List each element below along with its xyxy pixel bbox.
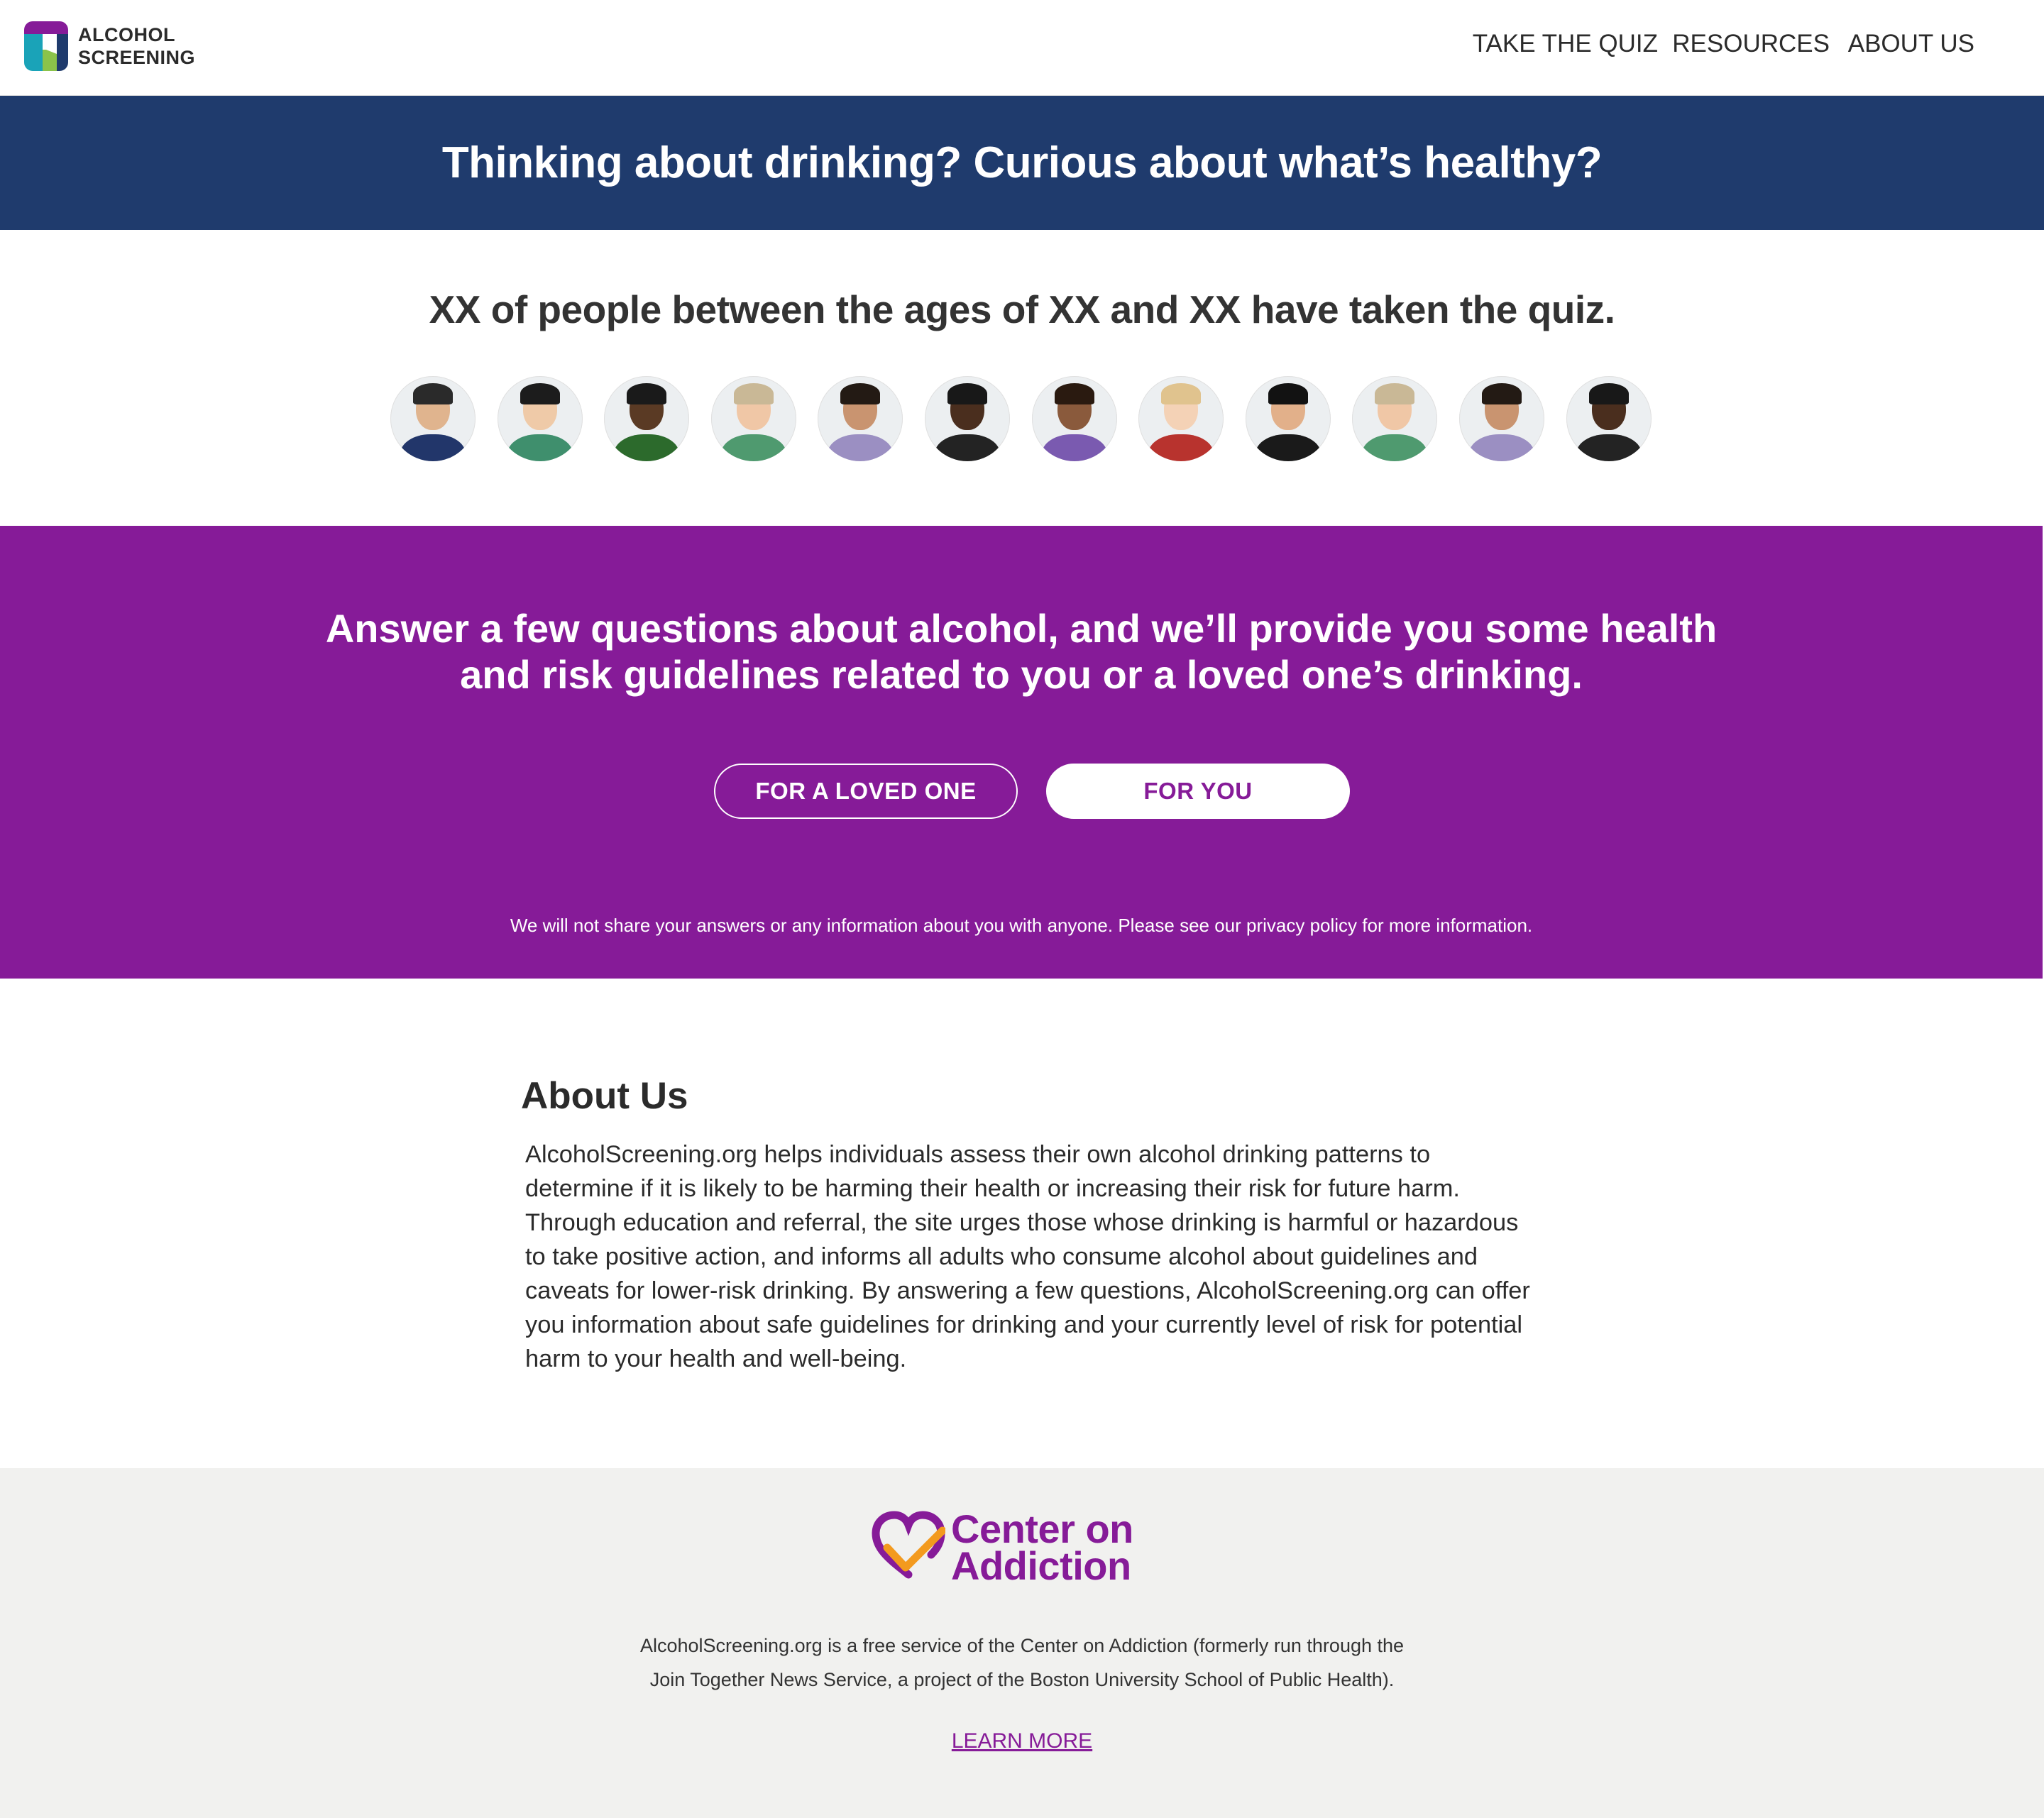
- nav-take-the-quiz[interactable]: TAKE THE QUIZ: [1473, 30, 1658, 58]
- footer-description-line1: AlcoholScreening.org is a free service o…: [639, 1635, 1405, 1656]
- footer-description-line2: Join Together News Service, a project of…: [649, 1669, 1395, 1690]
- alcohol-screening-logo-icon: [24, 21, 68, 71]
- quiz-intro-line1: Answer a few questions about alcohol, an…: [325, 606, 1718, 651]
- avatar: [604, 376, 690, 461]
- avatar: [1031, 376, 1117, 461]
- logo-text-line1: ALCOHOL: [78, 24, 175, 45]
- avatar: [924, 376, 1010, 461]
- stats-section: XX of people between the ages of XX and …: [0, 230, 2044, 527]
- about-body: AlcoholScreening.org helps individuals a…: [525, 1141, 1530, 1372]
- avatar: [1138, 376, 1224, 461]
- coa-line1: Center on: [951, 1506, 1133, 1551]
- avatar: [1566, 376, 1652, 461]
- avatar: [1352, 376, 1438, 461]
- avatar: [390, 376, 476, 461]
- quiz-intro: Answer a few questions about alcohol, an…: [0, 605, 2043, 698]
- learn-more-link[interactable]: LEARN MORE: [952, 1729, 1092, 1753]
- hero-banner: Thinking about drinking? Curious about w…: [0, 96, 2044, 230]
- footer-description: AlcoholScreening.org is a free service o…: [0, 1629, 2044, 1697]
- for-a-loved-one-button[interactable]: FOR A LOVED ONE: [714, 764, 1018, 819]
- avatar: [818, 376, 903, 461]
- coa-line2: Addiction: [951, 1543, 1131, 1588]
- about-title: About Us: [521, 1075, 688, 1117]
- banner-title: Thinking about drinking? Curious about w…: [441, 138, 1603, 187]
- stats-title: XX of people between the ages of XX and …: [429, 287, 1615, 331]
- quiz-intro-line2: and risk guidelines related to you or a …: [460, 652, 1583, 697]
- site-header: ALCOHOL SCREENING TAKE THE QUIZ RESOURCE…: [0, 0, 2044, 96]
- nav-resources[interactable]: RESOURCES: [1672, 30, 1830, 58]
- logo-text-line2: SCREENING: [78, 47, 196, 68]
- privacy-notice: We will not share your answers or any in…: [510, 915, 1533, 936]
- quiz-section: Answer a few questions about alcohol, an…: [0, 526, 2043, 979]
- learn-more-wrapper: LEARN MORE: [0, 1729, 2044, 1753]
- center-on-addiction-logo[interactable]: Center on Addiction: [872, 1506, 1133, 1588]
- avatar: [710, 376, 796, 461]
- nav-about-us[interactable]: ABOUT US: [1848, 30, 1974, 58]
- logo-text: ALCOHOL SCREENING: [78, 23, 195, 69]
- center-on-addiction-text: Center on Addiction: [951, 1506, 1133, 1588]
- avatar: [1245, 376, 1331, 461]
- for-you-button[interactable]: FOR YOU: [1046, 764, 1350, 819]
- site-logo[interactable]: ALCOHOL SCREENING: [24, 21, 195, 71]
- heart-check-icon: [872, 1511, 945, 1579]
- site-footer: Center on Addiction AlcoholScreening.org…: [0, 1468, 2044, 1818]
- avatar: [497, 376, 583, 461]
- avatar-row: [390, 376, 1673, 461]
- avatar: [1458, 376, 1544, 461]
